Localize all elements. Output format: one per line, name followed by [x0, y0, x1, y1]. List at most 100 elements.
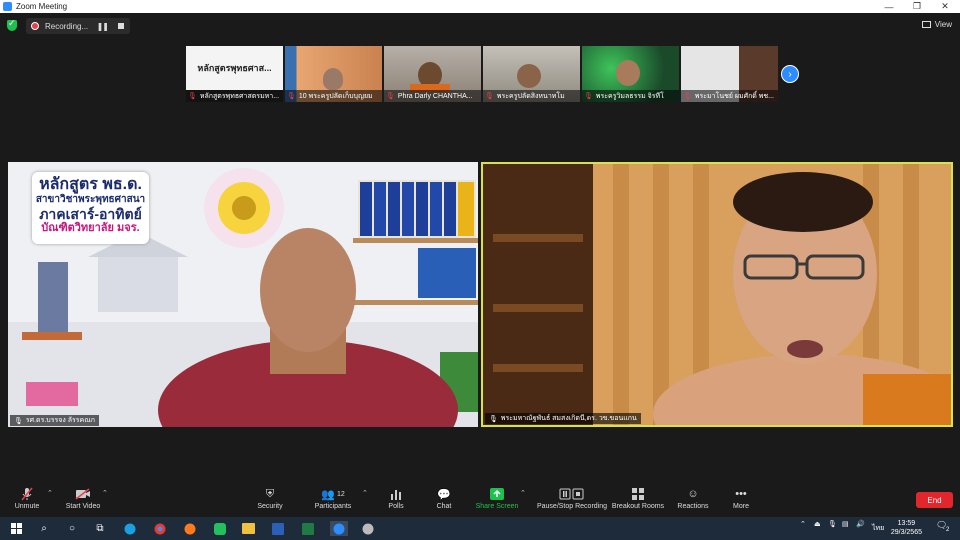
thumbnail-caption: 🎙 10 พระครูปลัดเก็บบุญยม — [285, 90, 382, 102]
firefox-browser-icon[interactable] — [182, 521, 198, 536]
edge-browser-icon[interactable] — [122, 521, 138, 536]
more-button[interactable]: ••• More — [706, 485, 776, 510]
encryption-shield-icon[interactable] — [7, 18, 17, 31]
mic-muted-icon: 🎙 — [386, 93, 395, 100]
shield-icon: ⛨ — [265, 487, 275, 500]
mic-muted-icon: 🎙 — [584, 93, 593, 100]
end-meeting-button[interactable]: End — [916, 492, 953, 508]
thumbnail-caption: 🎙 พระครูวิมลธรรม จิรทีโ — [582, 90, 679, 102]
thumbnail-caption: 🎙 Phra Darly CHANTHA... — [384, 90, 481, 102]
course-title-line2: สาขาวิชาพระพุทธศาสนา — [35, 194, 146, 205]
record-dot-icon — [31, 22, 39, 30]
participant-face — [616, 60, 640, 86]
pause-stop-icon — [559, 485, 585, 503]
left-participant-caption: 🎙 รศ.ดร.บรรจง ลัรรคณก — [10, 415, 99, 426]
file-explorer-icon[interactable] — [240, 521, 256, 536]
pause-stop-recording-button[interactable]: Pause/Stop Recording — [532, 485, 612, 510]
breakout-rooms-icon — [632, 485, 644, 503]
start-video-label: Start Video — [65, 503, 101, 510]
zoom-app-icon — [3, 2, 12, 11]
excel-app-icon[interactable] — [300, 521, 316, 536]
tray-volume-icon[interactable]: 🔊 — [856, 520, 865, 528]
next-page-arrow-icon[interactable]: › — [781, 65, 799, 83]
participant-thumbnail[interactable]: 🎙 Phra Darly CHANTHA... — [384, 46, 481, 102]
recording-label: Recording... — [45, 21, 89, 31]
course-title-line1: หลักสูตร พธ.ด. — [39, 176, 142, 193]
language-indicator[interactable]: ไทย — [872, 523, 884, 534]
participant-thumbnail[interactable]: 🎙 พระมาโนชย์ ผมศักดิ์ พช... — [681, 46, 778, 102]
smiley-icon: ☺ — [687, 488, 699, 500]
security-app-icon[interactable] — [360, 521, 376, 536]
view-label: View — [934, 20, 952, 29]
clock-date: 29/3/2565 — [890, 529, 922, 536]
mic-muted-icon: 🎙 — [485, 93, 494, 100]
windows-taskbar: ⌕ ○ ⧉ ⌃ ⏏ 🎙 ▤ 🔊 ไทย 13:59 29/3/2565 🗨 2 — [0, 517, 960, 540]
notification-count: 2 — [946, 527, 950, 533]
pause-recording-icon[interactable]: ❚❚ — [97, 22, 109, 31]
participant-thumbnail-strip: หลักสูตรพุทธศาส... 🎙 หลักสูตรพุทธศาสตรมหา… — [186, 46, 778, 102]
mic-icon: 🎙 — [489, 415, 498, 423]
task-view-icon[interactable]: ⧉ — [92, 521, 108, 536]
thumbnail-caption: 🎙 หลักสูตรพุทธศาสตรมหา... — [186, 90, 283, 102]
participants-icon: 👥 12 — [321, 488, 345, 501]
participant-thumbnail[interactable]: 🎙 10 พระครูปลัดเก็บบุญยม — [285, 46, 382, 102]
thumbnail-name-card: หลักสูตรพุทธศาส... — [186, 46, 283, 90]
participant-name: รศ.ดร.บรรจง ลัรรคณก — [25, 417, 95, 424]
participants-count: 12 — [336, 490, 345, 498]
tray-network-icon[interactable]: ▤ — [842, 520, 849, 528]
participants-label: Participants — [314, 503, 352, 510]
participant-name: พระมหาณัฐพันธ์ สมสงเกิดนี,ดร. วข.ขอนแกน — [500, 415, 637, 422]
maximize-button[interactable]: ❐ — [903, 0, 931, 13]
pause-recording-label: Pause/Stop Recording — [536, 503, 608, 510]
close-button[interactable]: ✕ — [931, 0, 959, 13]
view-button[interactable]: View — [921, 20, 952, 29]
minimize-button[interactable]: — — [875, 0, 903, 13]
zoom-taskbar-icon[interactable] — [330, 521, 348, 536]
line-app-icon[interactable] — [212, 521, 228, 536]
video-off-icon — [75, 485, 91, 503]
participant-name: พระครูวิมลธรรม จิรทีโ — [595, 92, 664, 100]
window-title: Zoom Meeting — [16, 2, 68, 11]
tray-mic-icon[interactable]: 🎙 — [828, 520, 837, 528]
stop-recording-icon[interactable] — [118, 23, 124, 29]
mic-muted-icon: 🎙 — [683, 93, 692, 100]
mic-muted-icon — [21, 485, 33, 503]
tray-usb-icon[interactable]: ⏏ — [814, 520, 821, 528]
share-screen-label: Share Screen — [475, 503, 519, 510]
mic-muted-icon: 🎙 — [287, 93, 296, 100]
grid-view-icon — [921, 21, 931, 28]
participants-button[interactable]: 👥 12 Participants — [298, 485, 368, 511]
clock-time: 13:59 — [897, 520, 916, 527]
word-app-icon[interactable] — [270, 521, 286, 536]
right-video-background — [483, 164, 951, 425]
video-options-caret-icon[interactable]: ⌃ — [102, 489, 108, 497]
polls-label: Polls — [388, 503, 404, 510]
windows-start-icon[interactable] — [8, 521, 24, 536]
share-options-caret-icon[interactable]: ⌃ — [520, 489, 526, 497]
thumbnail-caption: 🎙 พระมาโนชย์ ผมศักดิ์ พช... — [681, 90, 778, 102]
chat-label: Chat — [436, 503, 452, 510]
participant-name: Phra Darly CHANTHA... — [397, 92, 473, 100]
video-panel-right-active-speaker[interactable]: 🎙 พระมหาณัฐพันธ์ สมสงเกิดนี,ดร. วข.ขอนแก… — [481, 162, 953, 427]
chat-bubble-icon: 💬 — [437, 488, 451, 501]
course-title-line3: ภาคเสาร์-อาทิตย์ — [39, 206, 142, 222]
system-clock[interactable]: 13:59 29/3/2565 — [891, 519, 922, 537]
course-title-line4: บัณฑิตวิทยาลัย มจร. — [41, 222, 140, 234]
title-bar: Zoom Meeting — ❐ ✕ — [0, 0, 960, 13]
recording-indicator: Recording... ❚❚ — [26, 18, 130, 34]
participant-thumbnail[interactable]: 🎙 พระครูปลัดสิงหนาทโม — [483, 46, 580, 102]
participant-thumbnail[interactable]: หลักสูตรพุทธศาส... 🎙 หลักสูตรพุทธศาสตรมหา… — [186, 46, 283, 102]
security-button[interactable]: ⛨ Security — [235, 485, 305, 511]
chrome-browser-icon[interactable] — [152, 521, 168, 536]
meeting-status-row: Recording... ❚❚ View — [0, 16, 960, 36]
participant-name: 10 พระครูปลัดเก็บบุญยม — [298, 92, 373, 100]
participant-thumbnail[interactable]: 🎙 พระครูวิมลธรรม จิรทีโ — [582, 46, 679, 102]
polls-bar-icon — [390, 485, 402, 503]
video-panel-left[interactable]: หลักสูตร พธ.ด. สาขาวิชาพระพุทธศาสนา ภาคเ… — [8, 162, 478, 427]
reactions-label: Reactions — [677, 503, 709, 510]
search-icon[interactable]: ⌕ — [36, 521, 52, 536]
participant-name: พระครูปลัดสิงหนาทโม — [496, 92, 565, 100]
unmute-label: Unmute — [14, 503, 40, 510]
cortana-circle-icon[interactable]: ○ — [64, 521, 80, 536]
tray-chevron-icon[interactable]: ⌃ — [800, 520, 806, 528]
